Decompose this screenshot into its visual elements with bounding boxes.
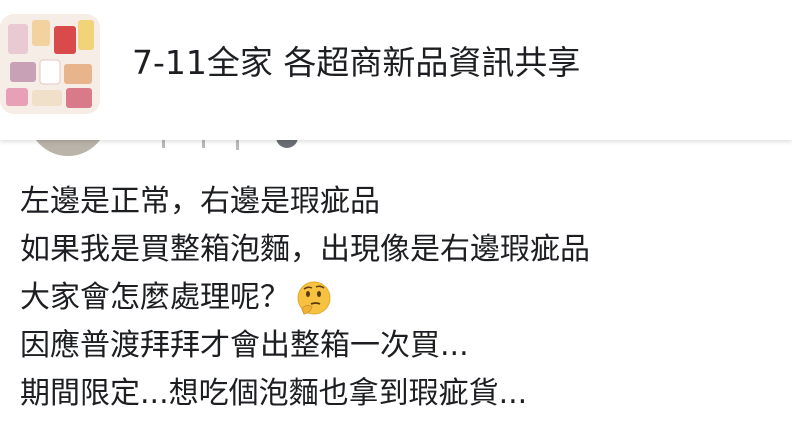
post-line: 大家會怎麼處理呢？: [20, 274, 780, 322]
post-line: 期間限定...想吃個泡麵也拿到瑕疵貨...: [20, 376, 528, 411]
post-line: 因應普渡拜拜才會出整箱一次買...: [20, 328, 469, 363]
group-header: 7-11全家 各超商新品資訊共享: [0, 0, 792, 140]
thinking-face-icon: [297, 281, 331, 315]
post-line: 如果我是買整箱泡麵，出現像是右邊瑕疵品: [20, 232, 590, 267]
group-title[interactable]: 7-11全家 各超商新品資訊共享: [132, 38, 580, 88]
group-cover-thumbnail-icon: [0, 14, 100, 114]
post-line-text: 大家會怎麼處理呢？: [20, 280, 290, 315]
post-body: 左邊是正常，右邊是瑕疵品 如果我是買整箱泡麵，出現像是右邊瑕疵品 大家會怎麼處理…: [20, 178, 780, 418]
group-avatar[interactable]: [0, 14, 100, 114]
post-line: 左邊是正常，右邊是瑕疵品: [20, 184, 380, 219]
